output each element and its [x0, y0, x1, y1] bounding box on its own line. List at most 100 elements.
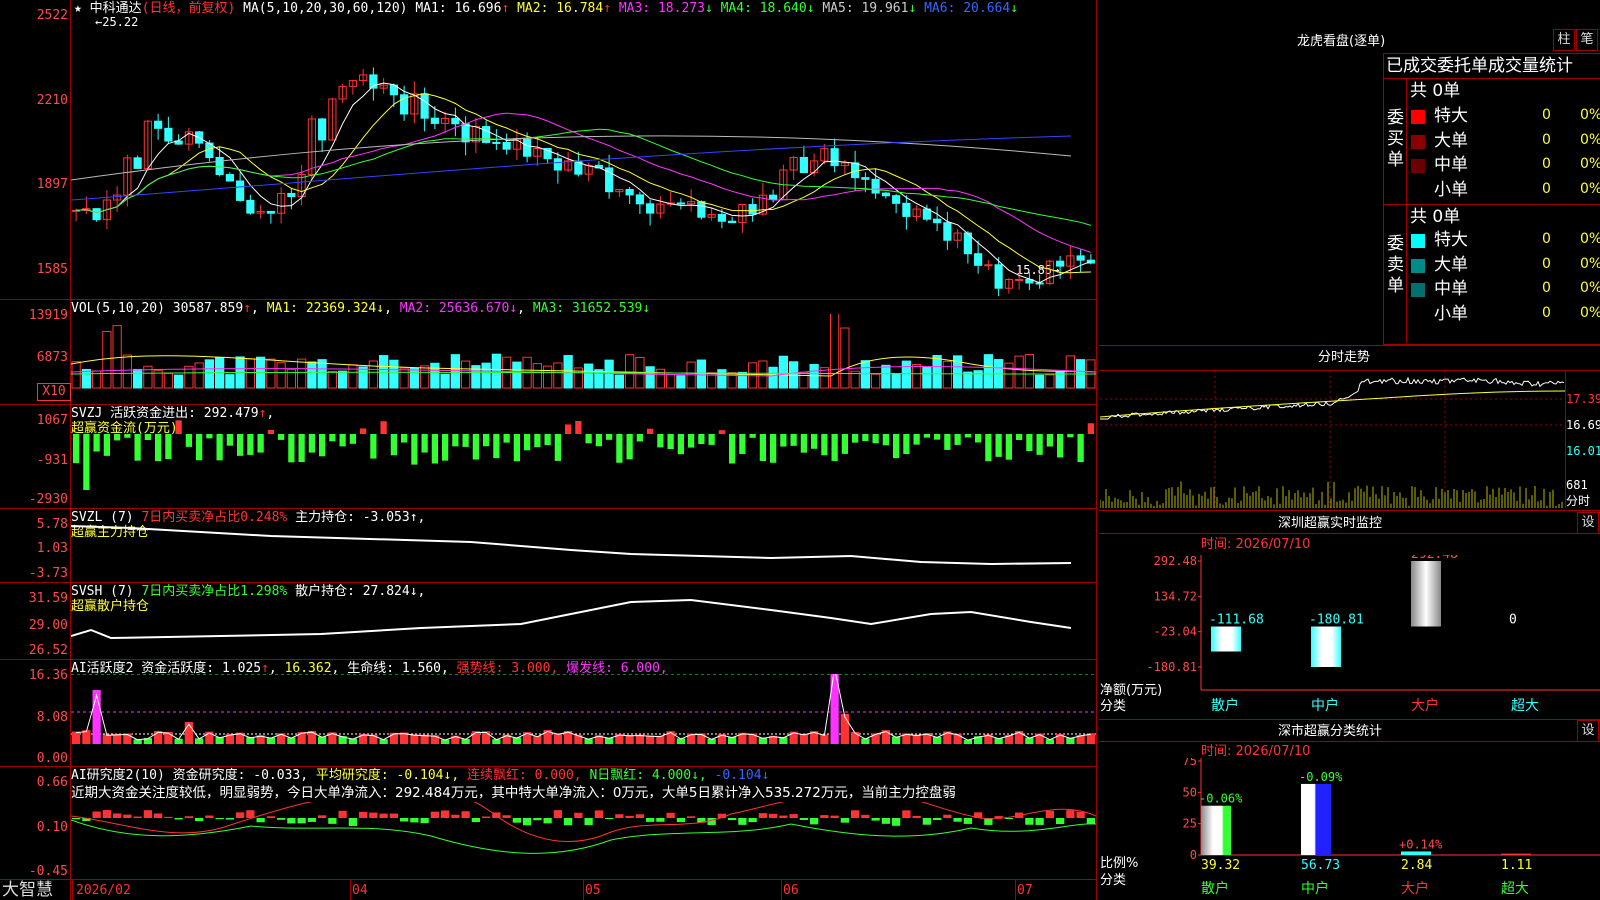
flow-bar — [472, 434, 479, 460]
svzl-axis-0: 5.78 — [36, 517, 68, 532]
volume-bar — [430, 362, 440, 389]
research-bar — [1066, 810, 1075, 818]
volume-bar — [983, 354, 993, 389]
activity-chart[interactable] — [71, 674, 1096, 765]
activity-bar — [72, 731, 81, 744]
flow-bar — [1016, 434, 1023, 441]
research-bar — [482, 816, 491, 818]
research-bar — [902, 810, 911, 818]
flow-bar — [585, 434, 592, 444]
research-bar — [113, 813, 122, 818]
stock-title[interactable]: ★ 中科通达 — [74, 1, 142, 16]
buy-swatch-2 — [1411, 159, 1425, 173]
research-bar — [451, 814, 460, 818]
ai2-header: AI研究度2(10) 资金研究度: -0.033 — [71, 768, 301, 783]
research-bar — [328, 818, 337, 824]
volume-bar — [122, 354, 132, 389]
volume-chart[interactable] — [71, 314, 1096, 402]
kline-chart[interactable] — [71, 18, 1096, 298]
flow-bar — [442, 434, 449, 461]
volume-bar — [871, 373, 881, 389]
ai1-axis-0: 16.36 — [28, 668, 68, 683]
classify-category-label: 中户 — [1301, 880, 1329, 897]
flow-bar — [339, 434, 346, 447]
ma-line — [76, 112, 1092, 253]
flow-bar — [995, 434, 1002, 457]
monitor-ylabel: 134.72 — [1154, 589, 1197, 603]
volume-bar — [881, 364, 891, 389]
flow-bar — [626, 434, 633, 460]
research-bar — [574, 812, 583, 818]
intraday-title: 分时走势 — [1318, 350, 1371, 365]
volume-bar — [338, 370, 348, 389]
flow-bar — [1036, 434, 1043, 455]
research-bar — [338, 810, 347, 818]
research-bar — [728, 818, 737, 821]
classify-change-label: -0.09% — [1299, 770, 1343, 784]
retail-hold-chart[interactable] — [71, 596, 1096, 658]
flow-bar — [196, 434, 203, 461]
volume-bar — [266, 358, 276, 389]
volume-bar — [399, 367, 409, 389]
research-bar — [840, 818, 849, 823]
svsh-axis-1: 29.00 — [28, 618, 68, 633]
flow-bar — [462, 434, 469, 447]
research-bar — [297, 818, 306, 824]
research-bar — [953, 818, 962, 822]
monitor-ylabel: -180.81 — [1146, 660, 1197, 674]
buy-side-label: 委买单 — [1387, 108, 1404, 170]
kline-candle — [994, 264, 1003, 289]
kline-candle — [902, 202, 911, 217]
vol-unit-badge: X10 — [37, 383, 71, 401]
volume-bar — [676, 375, 686, 389]
research-bar — [605, 818, 614, 820]
flow-bar — [114, 434, 121, 441]
research-chart[interactable] — [71, 802, 1096, 878]
bar-mode-button[interactable]: 柱 — [1553, 29, 1575, 51]
kline-candle — [635, 194, 644, 205]
flow-bar — [544, 434, 551, 446]
flow-bar — [862, 434, 869, 442]
fund-flow-chart[interactable] — [71, 420, 1096, 506]
kline-axis-3: 1585 — [36, 262, 68, 277]
kline-candle — [892, 195, 901, 204]
volume-bar — [799, 371, 809, 389]
classify-settings-button[interactable]: 设 — [1577, 720, 1599, 742]
flow-bar — [524, 434, 531, 451]
research-bar — [922, 818, 931, 825]
main-hold-chart[interactable] — [71, 520, 1096, 580]
buy-swatch-1 — [1411, 134, 1425, 149]
monitor-category-label: 散户 — [1211, 697, 1239, 714]
classify-bar — [1201, 805, 1231, 855]
kline-candle — [871, 178, 880, 194]
classify-ylabel: 0 — [1190, 848, 1197, 862]
intraday-chart[interactable] — [1100, 371, 1565, 508]
flow-bar — [800, 434, 807, 453]
research-bar — [748, 818, 757, 823]
ma-3-label: MA3: 18.273 — [618, 1, 705, 16]
retail-hold-line — [71, 598, 1072, 640]
ma-list: MA1: 16.696↑ MA2: 16.784↑ MA3: 18.273↓ M… — [415, 1, 1019, 16]
kline-candle — [830, 148, 839, 167]
flow-bar — [575, 420, 582, 434]
sell-count-3: 0 — [1542, 304, 1551, 321]
kline-candle — [974, 253, 983, 266]
volume-bar — [532, 363, 542, 389]
flow-bar — [93, 434, 100, 452]
volume-bar — [317, 359, 327, 389]
flow-bar — [421, 434, 428, 453]
monitor-chart[interactable]: 292.48 134.72 -23.04 -180.81 -111.68 散户 -180.8… — [1099, 555, 1600, 720]
tick-mode-button[interactable]: 笔 — [1576, 29, 1598, 51]
intraday-axis-0: 17.39 — [1566, 392, 1600, 406]
research-bar — [851, 810, 860, 818]
classify-chart[interactable]: 75 50 25 0 -0.06% 39.32 散户 -0.09% 56.73 中户 +0.14% 2… — [1099, 758, 1600, 900]
research-bar — [523, 818, 532, 826]
research-bar — [564, 818, 573, 826]
svzj-axis-0: 1067 — [36, 413, 68, 428]
research-bar — [820, 815, 829, 818]
buy-name-2: 中单 — [1434, 155, 1468, 175]
svzj-axis-1: -931 — [36, 453, 68, 468]
research-bar — [615, 814, 624, 818]
monitor-settings-button[interactable]: 设 — [1577, 512, 1599, 534]
buy-count-2: 0 — [1542, 156, 1551, 172]
